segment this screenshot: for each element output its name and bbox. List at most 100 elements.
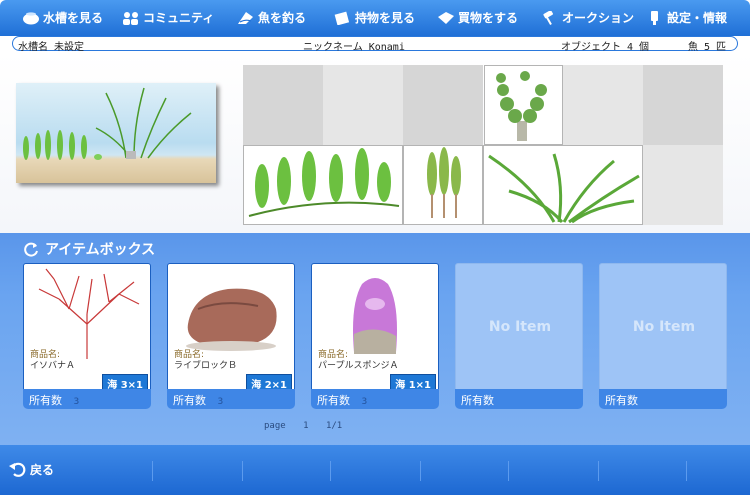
owned-label: 所有数 [461,394,494,407]
nav-shopping[interactable]: 買物をする [437,9,518,26]
tank-preview[interactable] [16,83,216,183]
purple-sponge-icon [353,278,397,354]
footer-divider [508,461,509,481]
page-label: page [264,421,286,431]
item-slot-empty[interactable]: No Item 所有数 [599,263,727,409]
item-card[interactable]: 商品名: パープルスポンジＡ 海 1×1 [311,263,439,393]
footer-divider [420,461,421,481]
nav-label: 設定・情報 [667,11,728,25]
nav-inventory[interactable]: 持物を見る [334,9,415,26]
item-box-panel: アイテムボックス 商品名: イソバナＡ 海 3×1 所有数 3 商品名: ライブ… [0,233,750,445]
item-card[interactable]: 商品名: ライブロックＢ 海 2×1 [167,263,295,393]
grid-cell[interactable] [323,65,403,145]
top-navigation: 水槽を見る コミュニティ 魚を釣る 持物を見る 買物をする オークション 設定・… [0,0,750,36]
item-caption: 商品名: ライブロックＢ [174,350,237,372]
nav-auction[interactable]: オークション [541,9,634,26]
tank-plants-illustration [23,87,192,160]
shopping-icon [437,11,455,25]
owned-count: 3 [361,397,368,407]
item-slot[interactable]: 商品名: ライブロックＢ 海 2×1 所有数 3 [167,263,295,409]
fish-count: 魚 5 匹 [688,42,727,53]
item-slot-empty[interactable]: No Item 所有数 [455,263,583,409]
footer-divider [242,461,243,481]
grid-cell[interactable] [643,65,723,145]
bulb-plant-icon [427,147,461,218]
back-label: 戻る [30,462,55,477]
item-slot[interactable]: 商品名: イソバナＡ 海 3×1 所有数 3 [23,263,151,409]
footer-divider [686,461,687,481]
people-icon [122,11,140,25]
bag-icon [334,11,352,25]
product-name-label: 商品名: [318,350,349,360]
gavel-icon [541,10,559,25]
nav-fishing[interactable]: 魚を釣る [237,9,306,26]
placement-grid[interactable] [243,65,723,225]
fishing-icon [237,11,255,25]
product-name-label: 商品名: [174,350,205,360]
item-card[interactable]: No Item [455,263,583,393]
placed-plant-cactus[interactable] [484,65,563,145]
no-item-text: No Item [632,319,696,335]
nav-label: 水槽を見る [43,11,104,25]
sea-fan-icon [38,268,140,359]
tank-layout-area [0,53,750,233]
owned-count-bar: 所有数 3 [23,389,151,409]
nav-community[interactable]: コミュニティ [122,9,214,26]
no-item-text: No Item [488,319,552,335]
owned-label: 所有数 [173,394,206,407]
product-name-label: 商品名: [30,350,61,360]
page-total: 1/1 [325,421,343,431]
back-arrow-icon [9,462,26,477]
item-caption: 商品名: パープルスポンジＡ [318,350,398,372]
item-box-header: アイテムボックス [22,239,155,259]
nav-view-tank[interactable]: 水槽を見る [22,9,103,26]
owned-label: 所有数 [29,394,62,407]
refresh-icon[interactable] [22,240,40,258]
nav-label: コミュニティ [143,11,215,25]
cactus-plant-icon [496,71,547,141]
footer-bar: 戻る [0,445,750,495]
grid-cell[interactable] [563,65,643,145]
nav-label: 持物を見る [355,11,416,25]
item-slot[interactable]: 商品名: パープルスポンジＡ 海 1×1 所有数 3 [311,263,439,409]
footer-divider [152,461,153,481]
placed-plant-grass[interactable] [483,145,643,225]
item-card[interactable]: No Item [599,263,727,393]
item-box-title: アイテムボックス [45,242,156,258]
owned-count-bar: 所有数 3 [311,389,439,409]
tank-name: 水槽名 未設定 [18,42,85,53]
page-current[interactable]: 1 [303,421,308,431]
owned-label: 所有数 [317,394,350,407]
footer-divider [330,461,331,481]
nav-label: 買物をする [458,11,519,25]
owned-count-bar: 所有数 [599,389,727,409]
settings-icon [646,10,664,25]
placed-plant-stem[interactable] [243,145,403,225]
grid-cell[interactable] [643,145,723,225]
item-card[interactable]: 商品名: イソバナＡ 海 3×1 [23,263,151,393]
nav-label: 魚を釣る [258,11,307,25]
nickname: ニックネーム Konami [303,42,405,53]
pagination: page 1 1/1 [264,421,354,431]
fish-bowl-icon [22,11,40,25]
nav-settings[interactable]: 設定・情報 [646,9,727,26]
nav-label: オークション [562,11,635,25]
placed-plant-bulb[interactable] [403,145,483,225]
object-count: オブジェクト 4 個 [561,42,650,53]
back-button[interactable]: 戻る [8,459,54,479]
owned-label: 所有数 [605,394,638,407]
owned-count-bar: 所有数 3 [167,389,295,409]
product-name: パープルスポンジＡ [318,361,399,371]
product-name: イソバナＡ [30,361,76,371]
grass-plant-icon [488,153,640,224]
owned-count-bar: 所有数 [455,389,583,409]
item-caption: 商品名: イソバナＡ [30,350,75,372]
owned-count: 3 [217,397,224,407]
footer-divider [598,461,599,481]
tank-info-bar: 水槽名 未設定 ニックネーム Konami オブジェクト 4 個 魚 5 匹 [12,36,738,53]
owned-count: 3 [73,397,80,407]
grid-cell[interactable] [243,65,323,145]
stem-plant-icon [248,148,400,217]
grid-cell[interactable] [403,65,483,145]
product-name: ライブロックＢ [174,361,238,371]
